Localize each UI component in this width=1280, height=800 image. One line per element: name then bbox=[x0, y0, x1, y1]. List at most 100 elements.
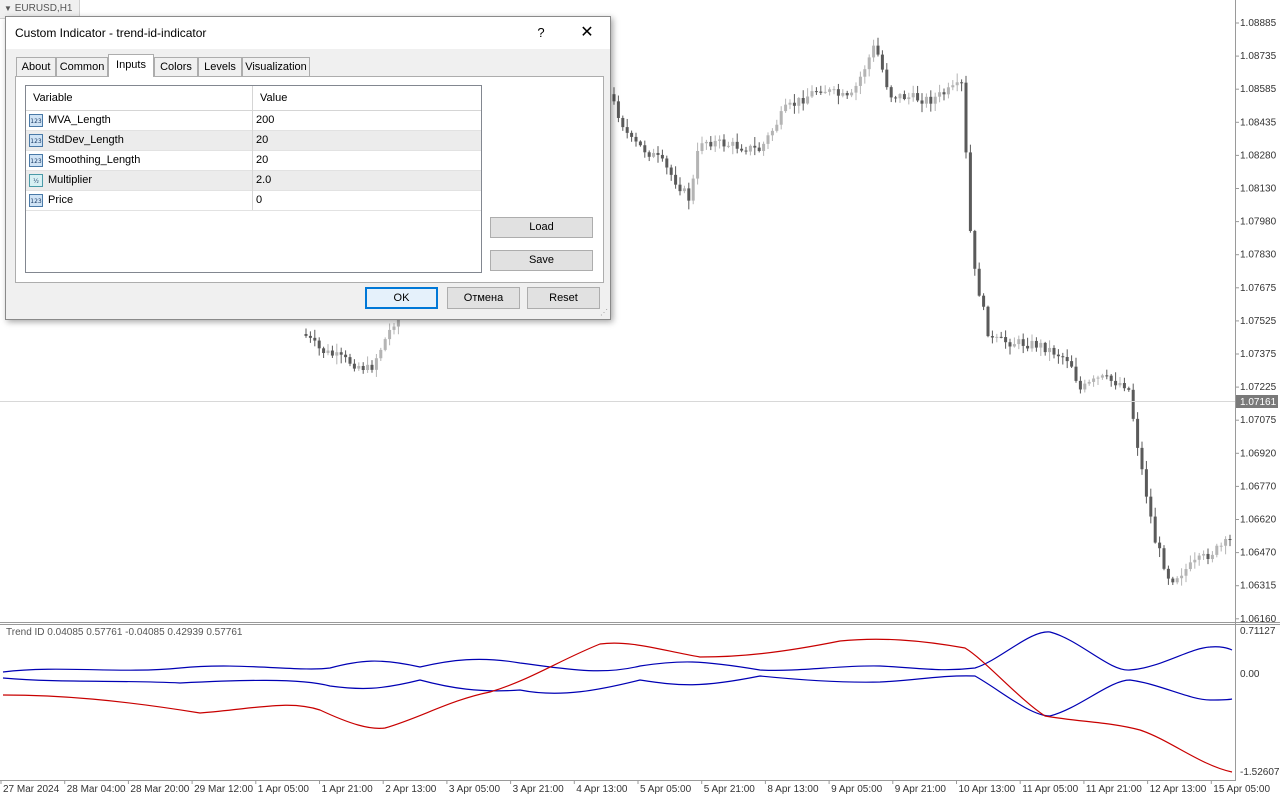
candle-body bbox=[1078, 380, 1082, 390]
candle-body bbox=[942, 92, 946, 95]
candle-body bbox=[814, 91, 818, 93]
variable-value[interactable]: 2.0 bbox=[256, 174, 271, 186]
integer-icon: 123 bbox=[29, 134, 43, 147]
candle-body bbox=[836, 89, 840, 96]
table-row[interactable]: 123 MVA_Length 200 bbox=[26, 111, 481, 131]
table-row[interactable]: 123 Price 0 bbox=[26, 191, 481, 211]
candle-body bbox=[823, 91, 827, 93]
candle-body bbox=[1083, 383, 1087, 390]
candle-body bbox=[1140, 447, 1144, 470]
candle-body bbox=[1202, 553, 1206, 556]
candle-body bbox=[973, 230, 977, 269]
candle-body bbox=[1210, 554, 1214, 560]
candle-body bbox=[1105, 375, 1109, 377]
candle-body bbox=[616, 101, 620, 118]
variable-name: Multiplier bbox=[48, 174, 93, 186]
candle-body bbox=[669, 167, 673, 175]
close-icon[interactable]: ✕ bbox=[572, 21, 602, 45]
dialog-titlebar[interactable]: Custom Indicator - trend-id-indicator ? … bbox=[6, 17, 610, 49]
candle-body bbox=[392, 326, 396, 330]
tab-common[interactable]: Common bbox=[56, 57, 108, 76]
candle-body bbox=[889, 87, 893, 98]
candle-body bbox=[770, 130, 774, 136]
time-tick-label: 28 Mar 04:00 bbox=[67, 784, 126, 795]
tab-about[interactable]: About bbox=[16, 57, 56, 76]
candle-body bbox=[938, 92, 942, 97]
candle-body bbox=[634, 136, 638, 142]
tab-colors[interactable]: Colors bbox=[154, 57, 198, 76]
time-tick-label: 11 Apr 21:00 bbox=[1086, 784, 1142, 795]
candle-body bbox=[924, 96, 928, 104]
grid-header: Variable Value bbox=[26, 86, 481, 111]
candle-body bbox=[1180, 575, 1184, 579]
table-row[interactable]: 123 StdDev_Length 20 bbox=[26, 131, 481, 151]
tab-levels[interactable]: Levels bbox=[198, 57, 242, 76]
candle-body bbox=[322, 348, 326, 354]
help-button[interactable]: ? bbox=[526, 21, 556, 45]
variable-value[interactable]: 20 bbox=[256, 134, 268, 146]
candle-body bbox=[1074, 366, 1078, 381]
candle-body bbox=[845, 93, 849, 96]
time-tick-label: 11 Apr 05:00 bbox=[1022, 784, 1078, 795]
candle-body bbox=[330, 350, 334, 356]
candle-body bbox=[1127, 388, 1131, 390]
candle-body bbox=[326, 350, 330, 354]
tab-inputs[interactable]: Inputs bbox=[108, 54, 154, 77]
reset-button[interactable]: Reset bbox=[527, 287, 600, 309]
candle-body bbox=[1122, 383, 1126, 389]
candle-body bbox=[687, 188, 691, 201]
table-row[interactable]: ½ Multiplier 2.0 bbox=[26, 171, 481, 191]
column-divider bbox=[252, 86, 253, 210]
variable-value[interactable]: 0 bbox=[256, 194, 262, 206]
resize-grip-icon[interactable]: ⋰ bbox=[600, 309, 608, 317]
candle-body bbox=[863, 69, 867, 77]
candle-body bbox=[867, 57, 871, 70]
candle-body bbox=[1197, 555, 1201, 560]
tab-visualization[interactable]: Visualization bbox=[242, 57, 310, 76]
save-button[interactable]: Save bbox=[490, 250, 593, 271]
candle-body bbox=[797, 97, 801, 106]
candle-body bbox=[1034, 340, 1038, 348]
candle-body bbox=[1188, 562, 1192, 570]
candle-body bbox=[946, 87, 950, 95]
candle-body bbox=[986, 306, 990, 337]
load-button[interactable]: Load bbox=[490, 217, 593, 238]
candle-body bbox=[1030, 340, 1034, 349]
candle-body bbox=[1008, 342, 1012, 347]
candle-body bbox=[757, 147, 761, 152]
variable-value[interactable]: 20 bbox=[256, 154, 268, 166]
column-value[interactable]: Value bbox=[253, 86, 480, 110]
time-tick-label: 9 Apr 05:00 bbox=[831, 784, 883, 795]
price-tick-label: 1.07225 bbox=[1240, 382, 1277, 393]
price-axis: 1.08885 1.08735 1.08585 1.08435 1.08280 1.081… bbox=[1235, 18, 1277, 625]
cancel-button[interactable]: Отмена bbox=[447, 287, 520, 309]
candle-body bbox=[740, 148, 744, 151]
price-tick-label: 1.08585 bbox=[1240, 84, 1277, 95]
price-tick-label: 1.06920 bbox=[1240, 448, 1277, 459]
indicator-tick-label: 0.00 bbox=[1240, 669, 1260, 680]
time-tick-label: 1 Apr 21:00 bbox=[322, 784, 374, 795]
column-variable[interactable]: Variable bbox=[26, 86, 252, 110]
candle-body bbox=[876, 45, 880, 55]
candle-body bbox=[792, 102, 796, 106]
table-row[interactable]: 123 Smoothing_Length 20 bbox=[26, 151, 481, 171]
price-tick-label: 1.08435 bbox=[1240, 117, 1277, 128]
time-tick-label: 5 Apr 05:00 bbox=[640, 784, 692, 795]
price-tick-label: 1.06470 bbox=[1240, 548, 1277, 559]
candle-body bbox=[357, 365, 361, 369]
candle-body bbox=[335, 352, 339, 356]
inputs-grid[interactable]: Variable Value 123 MVA_Length 200 123 St… bbox=[25, 85, 482, 273]
time-tick-label: 2 Apr 13:00 bbox=[385, 784, 437, 795]
ok-button[interactable]: OK bbox=[365, 287, 438, 309]
candle-body bbox=[1043, 342, 1047, 353]
candle-body bbox=[652, 152, 656, 157]
time-tick-label: 4 Apr 13:00 bbox=[576, 784, 628, 795]
candle-body bbox=[709, 141, 713, 147]
candle-body bbox=[304, 334, 308, 336]
candle-body bbox=[1004, 337, 1008, 343]
candle-body bbox=[1149, 496, 1153, 517]
price-tick-label: 1.08130 bbox=[1240, 184, 1277, 195]
candle-body bbox=[339, 352, 343, 355]
candle-body bbox=[735, 141, 739, 149]
variable-value[interactable]: 200 bbox=[256, 114, 274, 126]
